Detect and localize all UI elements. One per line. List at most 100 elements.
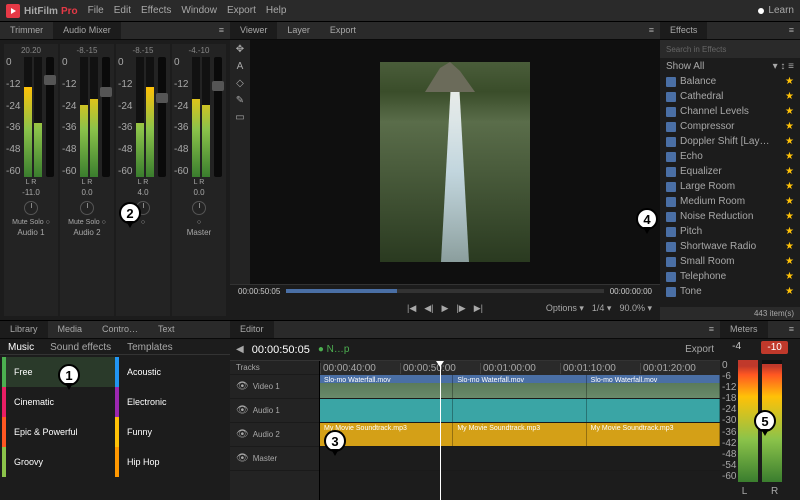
menu-window[interactable]: Window bbox=[181, 5, 217, 16]
effect-item[interactable]: Noise Reduction★ bbox=[660, 209, 800, 224]
track-row[interactable] bbox=[320, 399, 720, 423]
panel-menu-icon[interactable]: ≡ bbox=[213, 22, 230, 39]
favorite-icon[interactable]: ★ bbox=[785, 91, 794, 102]
favorite-icon[interactable]: ★ bbox=[785, 226, 794, 237]
panel-menu-icon[interactable]: ≡ bbox=[783, 22, 800, 39]
library-category[interactable]: Epic & Powerful bbox=[2, 417, 115, 447]
zoom-dropdown[interactable]: 90.0% ▾ bbox=[619, 303, 652, 314]
audio-clip[interactable]: My Movie Soundtrack.mp3 bbox=[587, 423, 720, 446]
viewer-tool[interactable]: A bbox=[237, 61, 244, 72]
subtab-music[interactable]: Music bbox=[0, 339, 42, 354]
favorite-icon[interactable]: ★ bbox=[785, 151, 794, 162]
tab-controls[interactable]: Contro… bbox=[92, 321, 148, 338]
effects-search-input[interactable]: Search in Effects bbox=[660, 40, 800, 58]
viewer-tool[interactable]: ✎ bbox=[236, 95, 244, 106]
favorite-icon[interactable]: ★ bbox=[785, 196, 794, 207]
effect-item[interactable]: Compressor★ bbox=[660, 119, 800, 134]
library-category[interactable]: Electronic bbox=[115, 387, 228, 417]
menu-export[interactable]: Export bbox=[227, 5, 256, 16]
track-row[interactable]: Slo-mo Waterfall.movSlo-mo Waterfall.mov… bbox=[320, 375, 720, 399]
library-category[interactable]: Groovy bbox=[2, 447, 115, 477]
effect-item[interactable]: Medium Room★ bbox=[660, 194, 800, 209]
library-category[interactable]: Acoustic bbox=[115, 357, 228, 387]
scale-dropdown[interactable]: 1/4 ▾ bbox=[592, 303, 612, 314]
favorite-icon[interactable]: ★ bbox=[785, 76, 794, 87]
track-row[interactable]: My Movie Soundtrack.mp3My Movie Soundtra… bbox=[320, 423, 720, 447]
playback-button[interactable]: ▶| bbox=[474, 303, 483, 314]
fader[interactable] bbox=[214, 57, 222, 177]
tab-media[interactable]: Media bbox=[48, 321, 93, 338]
tab-audio-mixer[interactable]: Audio Mixer bbox=[53, 22, 121, 39]
learn-button[interactable]: Learn bbox=[758, 5, 794, 16]
track-label[interactable]: 👁 Audio 2 bbox=[230, 423, 319, 447]
tab-meters[interactable]: Meters bbox=[720, 321, 768, 338]
viewer-tool[interactable]: ▭ bbox=[235, 112, 244, 123]
effect-item[interactable]: Balance★ bbox=[660, 74, 800, 89]
track-label[interactable]: 👁 Master bbox=[230, 447, 319, 471]
menu-effects[interactable]: Effects bbox=[141, 5, 171, 16]
menu-file[interactable]: File bbox=[88, 5, 104, 16]
track-row[interactable] bbox=[320, 447, 720, 471]
channel-buttons[interactable]: ○ bbox=[197, 219, 201, 226]
effect-item[interactable]: Channel Levels★ bbox=[660, 104, 800, 119]
playback-button[interactable]: ◀| bbox=[424, 303, 433, 314]
audio-clip[interactable] bbox=[587, 399, 720, 422]
tab-viewer[interactable]: Viewer bbox=[230, 22, 277, 39]
panel-menu-icon[interactable]: ≡ bbox=[643, 22, 660, 39]
viewer-canvas[interactable] bbox=[250, 40, 660, 284]
video-clip[interactable]: Slo-mo Waterfall.mov bbox=[453, 375, 586, 398]
timeline-ruler[interactable]: 00:00:40:0000:00:50:0000:01:00:0000:01:1… bbox=[320, 361, 720, 375]
effect-item[interactable]: Small Room★ bbox=[660, 254, 800, 269]
panel-menu-icon[interactable]: ≡ bbox=[703, 321, 720, 338]
pan-knob[interactable] bbox=[192, 201, 206, 215]
pan-knob[interactable] bbox=[24, 201, 38, 215]
tab-export-viewer[interactable]: Export bbox=[320, 22, 366, 39]
library-category[interactable]: Hip Hop bbox=[115, 447, 228, 477]
effect-item[interactable]: Pitch★ bbox=[660, 224, 800, 239]
composite-tab[interactable]: ● N…p bbox=[318, 344, 350, 355]
tab-trimmer[interactable]: Trimmer bbox=[0, 22, 53, 39]
favorite-icon[interactable]: ★ bbox=[785, 166, 794, 177]
effect-item[interactable]: Doppler Shift [Lay…★ bbox=[660, 134, 800, 149]
viewer-tool[interactable]: ✥ bbox=[236, 44, 244, 55]
tab-editor[interactable]: Editor bbox=[230, 321, 274, 338]
library-category[interactable]: Funny bbox=[115, 417, 228, 447]
export-button[interactable]: Export bbox=[685, 344, 714, 355]
playback-button[interactable]: |▶ bbox=[456, 303, 465, 314]
eye-icon[interactable]: 👁 bbox=[236, 453, 249, 464]
effect-item[interactable]: Large Room★ bbox=[660, 179, 800, 194]
eye-icon[interactable]: 👁 bbox=[236, 405, 249, 416]
channel-buttons[interactable]: Mute Solo ○ bbox=[68, 219, 106, 226]
favorite-icon[interactable]: ★ bbox=[785, 271, 794, 282]
effect-item[interactable]: Tone★ bbox=[660, 284, 800, 299]
effect-item[interactable]: Equalizer★ bbox=[660, 164, 800, 179]
favorite-icon[interactable]: ★ bbox=[785, 181, 794, 192]
favorite-icon[interactable]: ★ bbox=[785, 241, 794, 252]
pan-knob[interactable] bbox=[80, 201, 94, 215]
tab-effects[interactable]: Effects bbox=[660, 22, 707, 39]
favorite-icon[interactable]: ★ bbox=[785, 256, 794, 267]
prev-edit-icon[interactable]: ◀ bbox=[236, 344, 244, 355]
video-clip[interactable]: Slo-mo Waterfall.mov bbox=[587, 375, 720, 398]
track-label[interactable]: 👁 Video 1 bbox=[230, 375, 319, 399]
effect-item[interactable]: Cathedral★ bbox=[660, 89, 800, 104]
playback-button[interactable]: ▶ bbox=[442, 303, 449, 314]
channel-buttons[interactable]: ○ bbox=[141, 219, 145, 226]
menu-edit[interactable]: Edit bbox=[114, 5, 131, 16]
menu-help[interactable]: Help bbox=[266, 5, 287, 16]
favorite-icon[interactable]: ★ bbox=[785, 286, 794, 297]
effects-filter-dropdown[interactable]: Show All bbox=[666, 61, 704, 72]
viewer-tool[interactable]: ◇ bbox=[236, 78, 244, 89]
playback-button[interactable]: |◀ bbox=[407, 303, 416, 314]
fader[interactable] bbox=[102, 57, 110, 177]
audio-clip[interactable]: My Movie Soundtrack.mp3 bbox=[453, 423, 586, 446]
favorite-icon[interactable]: ★ bbox=[785, 121, 794, 132]
audio-clip[interactable] bbox=[453, 399, 586, 422]
playhead[interactable] bbox=[440, 361, 441, 500]
favorite-icon[interactable]: ★ bbox=[785, 211, 794, 222]
options-dropdown[interactable]: Options ▾ bbox=[546, 303, 584, 314]
channel-buttons[interactable]: Mute Solo ○ bbox=[12, 219, 50, 226]
seek-bar[interactable] bbox=[286, 289, 603, 293]
fader[interactable] bbox=[158, 57, 166, 177]
eye-icon[interactable]: 👁 bbox=[236, 429, 249, 440]
